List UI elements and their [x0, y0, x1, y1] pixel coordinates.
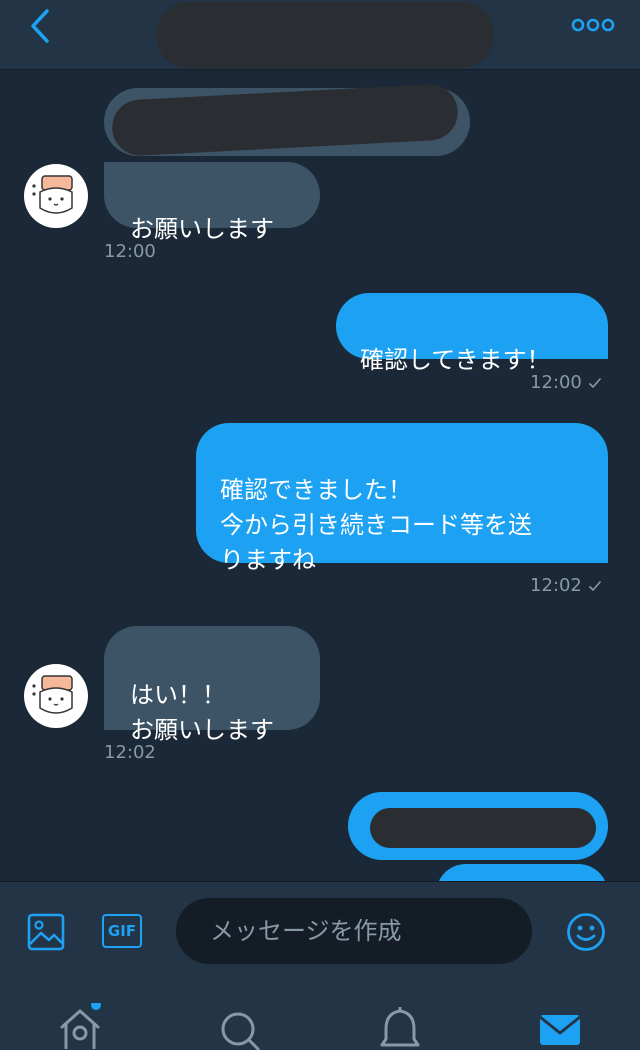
- conversation-header: [0, 0, 640, 70]
- outgoing-message-bubble[interactable]: 確認してきます！: [336, 293, 608, 374]
- bottom-tab-bar: [0, 981, 640, 1050]
- timestamp-text: 12:00: [530, 372, 582, 393]
- message-timestamp: 12:02: [104, 742, 156, 763]
- notification-dot: [91, 1003, 101, 1010]
- more-options-button[interactable]: [566, 8, 620, 42]
- bell-icon: [380, 1007, 420, 1047]
- gif-label: GIF: [107, 922, 137, 940]
- cat-avatar-icon: [32, 675, 73, 714]
- tab-search[interactable]: [210, 1003, 270, 1050]
- back-button[interactable]: [20, 6, 60, 46]
- avatar[interactable]: [24, 164, 88, 228]
- image-icon: [27, 913, 65, 951]
- redacted-outgoing-bubble[interactable]: [348, 792, 608, 860]
- redaction-bar: [370, 808, 596, 848]
- message-text: はい！！ お願いします: [130, 681, 274, 744]
- tab-notifications[interactable]: [370, 1003, 430, 1050]
- emoji-icon: [567, 913, 605, 951]
- incoming-message-bubble[interactable]: お願いします: [104, 162, 320, 243]
- chevron-left-icon: [31, 9, 49, 43]
- message-timestamp: 12:00: [104, 241, 156, 262]
- message-text: お願いします: [130, 215, 274, 243]
- emoji-button[interactable]: [566, 912, 606, 952]
- avatar[interactable]: [24, 664, 88, 728]
- tab-messages[interactable]: [530, 1003, 590, 1050]
- cat-avatar-icon: [32, 175, 73, 214]
- message-text: 確認してきます！: [360, 346, 551, 374]
- message-timestamp: 12:00: [530, 372, 602, 393]
- check-icon: [588, 377, 601, 388]
- mail-icon: [539, 1015, 581, 1045]
- redacted-outgoing-bubble[interactable]: [436, 864, 608, 881]
- gif-button[interactable]: GIF: [102, 914, 142, 948]
- outgoing-message-bubble[interactable]: 確認できました！ 今から引き続きコード等を送 りますね: [196, 423, 608, 574]
- message-list[interactable]: お願いします 12:00 確認してきます！ 12:00 確認できました！ 今から…: [0, 71, 640, 881]
- conversation-title-redacted[interactable]: [156, 2, 494, 68]
- incoming-message-bubble[interactable]: はい！！ お願いします: [104, 626, 320, 744]
- home-icon: [60, 1003, 101, 1049]
- message-input[interactable]: [176, 898, 532, 964]
- tab-home[interactable]: [50, 1003, 110, 1050]
- timestamp-text: 12:02: [530, 575, 582, 596]
- message-timestamp: 12:02: [530, 575, 602, 596]
- search-icon: [221, 1012, 260, 1050]
- message-composer: GIF: [0, 881, 640, 981]
- more-dots-icon: [571, 18, 615, 32]
- redacted-incoming-bubble[interactable]: [104, 82, 470, 158]
- message-text: 確認できました！ 今から引き続きコード等を送 りますね: [220, 476, 532, 574]
- add-photo-button[interactable]: [26, 912, 66, 952]
- redaction-bar: [110, 82, 460, 158]
- check-icon: [588, 580, 601, 591]
